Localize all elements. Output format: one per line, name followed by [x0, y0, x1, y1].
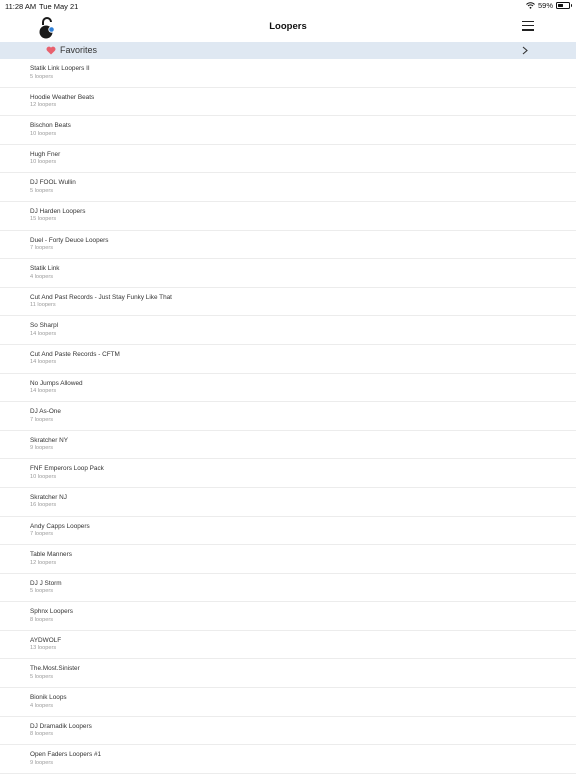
looper-name: Duel - Forty Deuce Loopers	[30, 236, 109, 244]
looper-name: DJ Dramadik Loopers	[30, 722, 92, 730]
list-item[interactable]: Table Manners 12 loopers	[0, 545, 576, 574]
status-bar: 11:28 AM Tue May 21 59%	[0, 0, 576, 12]
looper-name: Cut And Paste Records - CFTM	[30, 350, 120, 358]
list-item[interactable]: Duel - Forty Deuce Loopers 7 loopers	[0, 231, 576, 260]
battery-fill	[558, 4, 564, 7]
looper-name: DJ Harden Loopers	[30, 207, 86, 215]
looper-name: Statik Link Loopers II	[30, 65, 90, 72]
favorites-row[interactable]: Favorites	[0, 42, 576, 59]
looper-list: Statik Link Loopers II 5 loopers Hoodie We…	[0, 59, 576, 774]
list-item[interactable]: Skratcher NY 9 loopers	[0, 431, 576, 460]
looper-count: 8 loopers	[30, 731, 54, 738]
battery-percent: 59%	[537, 1, 553, 10]
looper-count: 14 loopers	[30, 330, 57, 337]
looper-count: 5 loopers	[30, 673, 54, 680]
chevron-right-icon	[522, 46, 528, 55]
list-item[interactable]: DJ Dramadik Loopers 8 loopers	[0, 717, 576, 746]
looper-count: 4 loopers	[30, 273, 54, 280]
looper-count: 16 loopers	[30, 502, 57, 509]
list-item[interactable]: DJ J Storm 5 loopers	[0, 574, 576, 603]
looper-name: So Sharpl	[30, 322, 59, 330]
list-item[interactable]: Open Faders Loopers #1 9 loopers	[0, 745, 576, 774]
list-item[interactable]: AYDWOLF 13 loopers	[0, 631, 576, 660]
looper-name: Hugh Fner	[30, 150, 61, 158]
list-item[interactable]: DJ As-One 7 loopers	[0, 402, 576, 431]
list-item[interactable]: Hugh Fner 10 loopers	[0, 145, 576, 174]
looper-name: FNF Emperors Loop Pack	[30, 465, 104, 473]
looper-name: Table Manners	[30, 551, 72, 559]
list-item[interactable]: Skratcher NJ 16 loopers	[0, 488, 576, 517]
list-item[interactable]: Hoodie Weather Beats 12 loopers	[0, 88, 576, 117]
looper-count: 5 loopers	[30, 187, 54, 194]
looper-count: 9 loopers	[30, 759, 54, 766]
looper-count: 15 loopers	[30, 216, 57, 223]
looper-count: 7 loopers	[30, 416, 54, 423]
looper-count: 12 loopers	[30, 102, 57, 109]
looper-count: 14 loopers	[30, 359, 57, 366]
page-title: Loopers	[269, 21, 307, 32]
heart-icon	[46, 46, 56, 55]
list-item[interactable]: Andy Capps Loopers 7 loopers	[0, 517, 576, 546]
looper-name: DJ J Storm	[30, 579, 62, 587]
looper-name: AYDWOLF	[30, 636, 62, 644]
list-item[interactable]: Cut And Paste Records - CFTM 14 loopers	[0, 345, 576, 374]
looper-count: 10 loopers	[30, 159, 57, 166]
looper-name: DJ As-One	[30, 408, 61, 416]
wifi-icon	[526, 2, 535, 9]
battery-icon	[556, 2, 572, 9]
looper-name: Statik Link	[30, 265, 60, 273]
list-item[interactable]: Bionik Loops 4 loopers	[0, 688, 576, 717]
list-item[interactable]: DJ FOOL Wullin 5 loopers	[0, 173, 576, 202]
looper-name: The.Most.Sinister	[30, 665, 80, 673]
looper-count: 10 loopers	[30, 130, 57, 137]
looper-count: 14 loopers	[30, 388, 57, 395]
looper-name: Cut And Past Records - Just Stay Funky L…	[30, 293, 172, 301]
looper-count: 7 loopers	[30, 245, 54, 252]
hamburger-menu-icon[interactable]	[522, 21, 534, 32]
looper-count: 7 loopers	[30, 531, 54, 537]
list-item[interactable]: DJ Harden Loopers 15 loopers	[0, 202, 576, 231]
list-item[interactable]: FNF Emperors Loop Pack 10 loopers	[0, 459, 576, 488]
list-item[interactable]: Statik Link 4 loopers	[0, 259, 576, 288]
looper-count: 5 loopers	[30, 73, 54, 80]
looper-name: Hoodie Weather Beats	[30, 93, 95, 101]
status-date: Tue May 21	[39, 2, 79, 11]
looper-count: 8 loopers	[30, 616, 54, 623]
favorites-label: Favorites	[60, 45, 98, 55]
status-time: 11:28 AM	[5, 2, 37, 11]
looper-count: 10 loopers	[30, 473, 57, 480]
list-item[interactable]: Bischon Beats 10 loopers	[0, 116, 576, 145]
list-item[interactable]: Statik Link Loopers II 5 loopers	[0, 59, 576, 88]
looper-name: Andy Capps Loopers	[30, 522, 90, 530]
looper-name: No Jumps Allowed	[30, 379, 83, 387]
status-right: 59%	[526, 1, 572, 10]
looper-name: Skratcher NJ	[30, 493, 67, 501]
looper-count: 13 loopers	[30, 645, 57, 652]
looper-name: Bischon Beats	[30, 122, 71, 130]
looper-count: 4 loopers	[30, 702, 54, 709]
looper-name: Sphnx Loopers	[30, 608, 73, 616]
list-item[interactable]: So Sharpl 14 loopers	[0, 316, 576, 345]
list-item[interactable]: Sphnx Loopers 8 loopers	[0, 602, 576, 631]
list-item[interactable]: The.Most.Sinister 5 loopers	[0, 659, 576, 689]
looper-count: 12 loopers	[30, 559, 57, 566]
looper-count: 5 loopers	[30, 588, 54, 595]
looper-name: Skratcher NY	[30, 436, 69, 444]
looper-count: 9 loopers	[30, 445, 54, 452]
navigation-bar: Loopers	[0, 12, 576, 42]
looper-name: Open Faders Loopers #1	[30, 751, 102, 759]
list-item[interactable]: No Jumps Allowed 14 loopers	[0, 374, 576, 403]
list-item[interactable]: Cut And Past Records - Just Stay Funky L…	[0, 288, 576, 317]
looper-name: Bionik Loops	[30, 694, 67, 702]
looper-count: 11 loopers	[30, 302, 56, 309]
looper-name: DJ FOOL Wullin	[30, 179, 76, 187]
